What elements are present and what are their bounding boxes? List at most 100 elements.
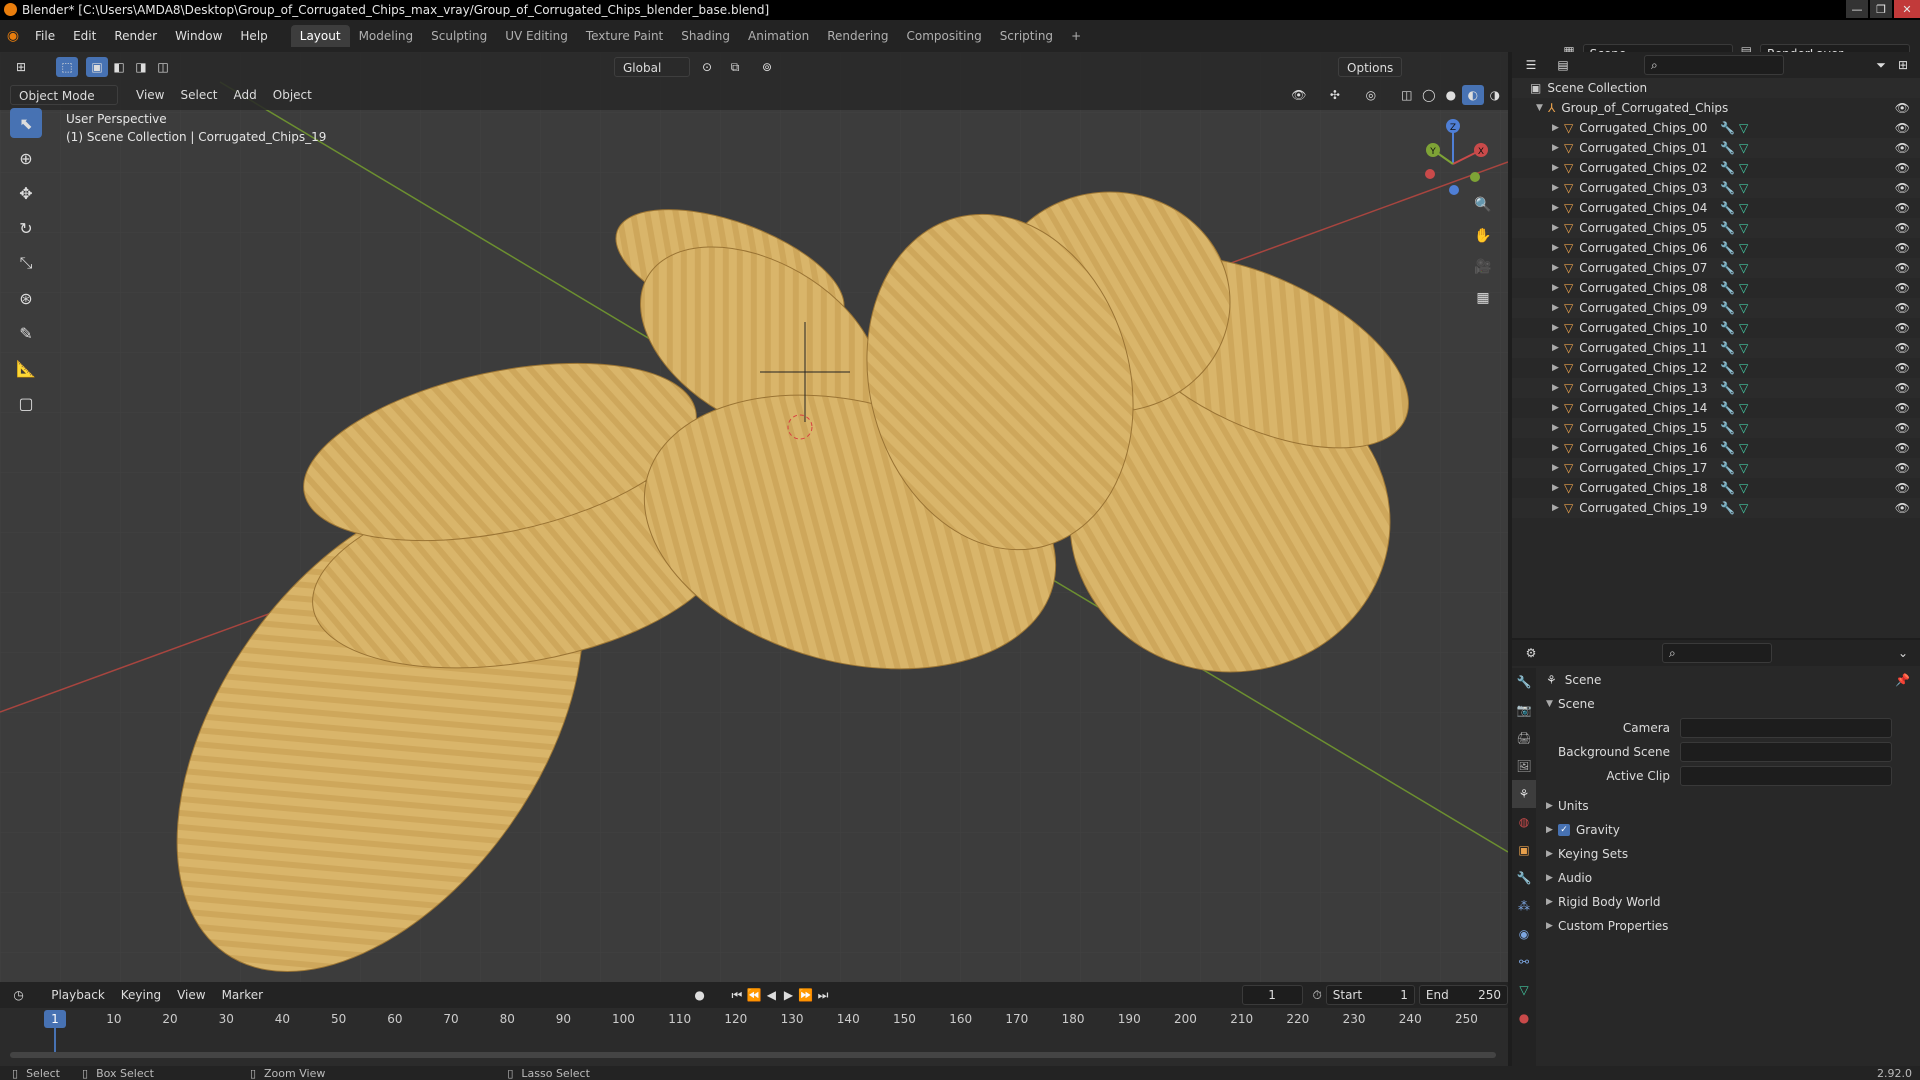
eye-icon[interactable]: 👁 <box>1895 341 1910 355</box>
modifier-icon[interactable]: 🔧 <box>1720 161 1739 175</box>
outliner-editor-type-icon[interactable]: ☰ <box>1520 55 1542 75</box>
tab-data-icon[interactable]: ▽ <box>1512 976 1536 1004</box>
tab-physics-icon[interactable]: ◉ <box>1512 920 1536 948</box>
end-frame-field[interactable]: End 250 <box>1418 985 1508 1005</box>
eye-icon[interactable]: 👁 <box>1895 201 1910 215</box>
expand-icon[interactable]: ▶ <box>1552 383 1564 393</box>
outliner-search-input[interactable]: ⌕ <box>1644 55 1784 75</box>
modifier-icon[interactable]: 🔧 <box>1720 481 1739 495</box>
expand-icon[interactable]: ▶ <box>1552 223 1564 233</box>
tab-constraints-icon[interactable]: ⚯ <box>1512 948 1536 976</box>
expand-icon[interactable]: ▶ <box>1546 921 1558 931</box>
modifier-icon[interactable]: 🔧 <box>1720 501 1739 515</box>
options-dropdown[interactable]: Options <box>1338 57 1403 77</box>
overlays-icon[interactable]: ◎ <box>1360 85 1382 105</box>
mesh-data-icon[interactable]: ▽ <box>1739 321 1752 335</box>
modifier-icon[interactable]: 🔧 <box>1720 221 1739 235</box>
tab-render-icon[interactable]: 📷 <box>1512 696 1536 724</box>
mode-dropdown[interactable]: Object Mode <box>10 85 118 105</box>
tab-particles-icon[interactable]: ⁂ <box>1512 892 1536 920</box>
expand-icon[interactable]: ▶ <box>1552 203 1564 213</box>
expand-icon[interactable]: ▶ <box>1552 123 1564 133</box>
units-section[interactable]: ▶ Units <box>1540 794 1920 818</box>
outliner-object-row[interactable]: ▶ ▽ Corrugated_Chips_06 🔧▽ 👁 <box>1512 238 1920 258</box>
audio-section[interactable]: ▶ Audio <box>1540 866 1920 890</box>
outliner-object-row[interactable]: ▶ ▽ Corrugated_Chips_10 🔧▽ 👁 <box>1512 318 1920 338</box>
cursor-icon[interactable]: ⊕ <box>10 143 42 173</box>
record-icon[interactable]: ● <box>691 985 708 1005</box>
tab-modeling[interactable]: Modeling <box>350 25 423 47</box>
expand-icon[interactable]: ▶ <box>1552 443 1564 453</box>
camera-field[interactable] <box>1680 718 1892 738</box>
tab-output-icon[interactable]: 🖨 <box>1512 724 1536 752</box>
outliner-object-row[interactable]: ▶ ▽ Corrugated_Chips_18 🔧▽ 👁 <box>1512 478 1920 498</box>
next-keyframe-icon[interactable]: ⏩ <box>797 985 814 1005</box>
play-reverse-icon[interactable]: ◀ <box>763 985 780 1005</box>
modifier-icon[interactable]: 🔧 <box>1720 181 1739 195</box>
stopwatch-icon[interactable]: ⏱ <box>1309 985 1326 1005</box>
gravity-checkbox[interactable]: ✓ <box>1558 824 1570 836</box>
mesh-data-icon[interactable]: ▽ <box>1739 181 1752 195</box>
outliner-object-row[interactable]: ▶ ▽ Corrugated_Chips_09 🔧▽ 👁 <box>1512 298 1920 318</box>
tab-compositing[interactable]: Compositing <box>897 25 990 47</box>
select-subtract-icon[interactable]: ◨ <box>130 57 152 77</box>
select-box-icon[interactable]: ⬉ <box>10 108 42 138</box>
collection-row[interactable]: ▼ ⅄ Group_of_Corrugated_Chips 👁 <box>1512 98 1920 118</box>
modifier-icon[interactable]: 🔧 <box>1720 441 1739 455</box>
eye-icon[interactable]: 👁 <box>1895 121 1910 135</box>
expand-icon[interactable]: ▶ <box>1546 849 1558 859</box>
modifier-icon[interactable]: 🔧 <box>1720 281 1739 295</box>
tab-world-icon[interactable]: ◍ <box>1512 808 1536 836</box>
expand-icon[interactable]: ▶ <box>1552 503 1564 513</box>
mesh-data-icon[interactable]: ▽ <box>1739 221 1752 235</box>
tab-layout[interactable]: Layout <box>290 25 350 47</box>
mesh-data-icon[interactable]: ▽ <box>1739 281 1752 295</box>
snap-icon[interactable]: ⧉ <box>724 57 746 77</box>
select-tool-icon[interactable]: ⬚ <box>56 57 78 77</box>
mesh-data-icon[interactable]: ▽ <box>1739 341 1752 355</box>
tab-material-icon[interactable]: ● <box>1512 1004 1536 1032</box>
editor-type-icon[interactable]: ⊞ <box>10 57 32 77</box>
tab-view-layer-icon[interactable]: 🖼 <box>1512 752 1536 780</box>
collapse-icon[interactable]: ▼ <box>1546 699 1558 709</box>
measure-icon[interactable]: 📐 <box>10 353 42 383</box>
mesh-data-icon[interactable]: ▽ <box>1739 501 1752 515</box>
transform-icon[interactable]: ⊛ <box>10 283 42 313</box>
expand-icon[interactable]: ▶ <box>1546 873 1558 883</box>
menu-help[interactable]: Help <box>231 26 276 46</box>
menu-keying[interactable]: Keying <box>113 985 169 1005</box>
modifier-icon[interactable]: 🔧 <box>1720 341 1739 355</box>
menu-select[interactable]: Select <box>172 85 225 105</box>
pin-icon[interactable]: 📌 <box>1895 673 1910 687</box>
gravity-section[interactable]: ▶ ✓ Gravity <box>1540 818 1920 842</box>
perspective-grid-icon[interactable]: ▦ <box>1470 285 1496 311</box>
eye-icon[interactable]: 👁 <box>1895 441 1910 455</box>
eye-icon[interactable]: 👁 <box>1895 101 1910 115</box>
select-extend-icon[interactable]: ◧ <box>108 57 130 77</box>
tab-texture-paint[interactable]: Texture Paint <box>577 25 672 47</box>
menu-window[interactable]: Window <box>166 26 231 46</box>
modifier-icon[interactable]: 🔧 <box>1720 121 1739 135</box>
mesh-data-icon[interactable]: ▽ <box>1739 141 1752 155</box>
tab-shading[interactable]: Shading <box>672 25 739 47</box>
tab-sculpting[interactable]: Sculpting <box>422 25 496 47</box>
material-shading-icon[interactable]: ◐ <box>1461 85 1484 105</box>
mesh-data-icon[interactable]: ▽ <box>1739 441 1752 455</box>
outliner-object-row[interactable]: ▶ ▽ Corrugated_Chips_03 🔧▽ 👁 <box>1512 178 1920 198</box>
modifier-icon[interactable]: 🔧 <box>1720 381 1739 395</box>
outliner-object-row[interactable]: ▶ ▽ Corrugated_Chips_02 🔧▽ 👁 <box>1512 158 1920 178</box>
outliner-object-row[interactable]: ▶ ▽ Corrugated_Chips_16 🔧▽ 👁 <box>1512 438 1920 458</box>
start-frame-field[interactable]: Start 1 <box>1325 985 1415 1005</box>
eye-icon[interactable]: 👁 <box>1895 181 1910 195</box>
expand-icon[interactable]: ▶ <box>1552 323 1564 333</box>
menu-object[interactable]: Object <box>265 85 320 105</box>
mesh-data-icon[interactable]: ▽ <box>1739 421 1752 435</box>
proportional-edit-icon[interactable]: ⊚ <box>756 57 778 77</box>
expand-icon[interactable]: ▶ <box>1552 363 1564 373</box>
frame-ruler[interactable]: 10 20 30 40 50 60 70 80 90 100 110 120 130 140 150 160 1… <box>0 1010 1508 1034</box>
outliner-object-row[interactable]: ▶ ▽ Corrugated_Chips_15 🔧▽ 👁 <box>1512 418 1920 438</box>
expand-icon[interactable]: ▶ <box>1552 483 1564 493</box>
current-frame-field[interactable]: 1 <box>1241 985 1303 1005</box>
outliner-object-row[interactable]: ▶ ▽ Corrugated_Chips_17 🔧▽ 👁 <box>1512 458 1920 478</box>
rendered-shading-icon[interactable]: ◑ <box>1484 85 1506 105</box>
